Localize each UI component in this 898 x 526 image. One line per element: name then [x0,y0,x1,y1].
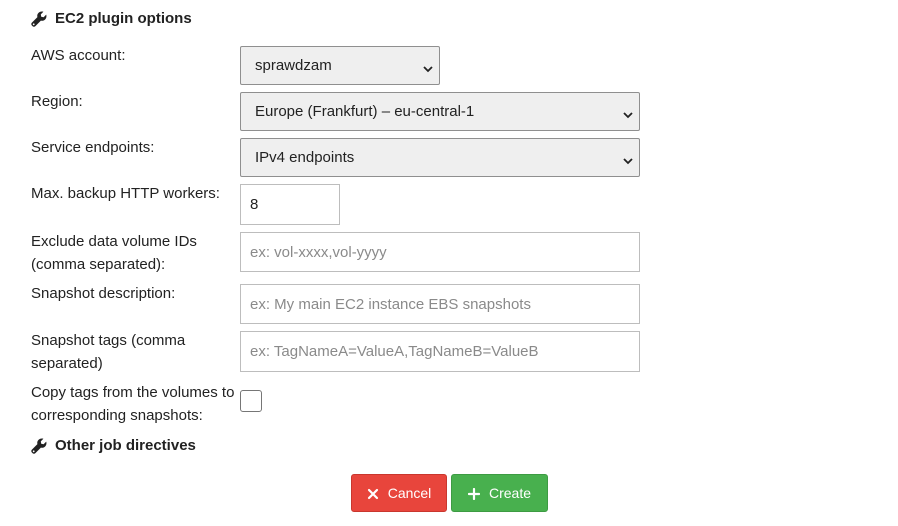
section-title: Other job directives [55,437,196,454]
exclude-volumes-placeholder: ex: vol-xxxx,vol-yyyy [250,243,387,261]
create-button[interactable]: Create [451,474,548,512]
chevron-down-icon [623,107,633,118]
snapshot-description-label: Snapshot description: [31,285,176,302]
copy-tags-checkbox[interactable] [240,390,262,412]
copy-tags-label: Copy tags from the volumes to correspond… [31,384,235,424]
max-workers-label: Max. backup HTTP workers: [31,185,220,202]
snapshot-description-input[interactable]: ex: My main EC2 instance EBS snapshots [240,284,640,324]
snapshot-tags-placeholder: ex: TagNameA=ValueA,TagNameB=ValueB [250,343,539,360]
max-workers-value: 8 [250,196,259,213]
exclude-volumes-label: Exclude data volume IDs (comma separated… [31,233,197,273]
section-heading-ec2-plugin-options: EC2 plugin options [31,10,192,27]
aws-account-label: AWS account: [31,47,126,64]
snapshot-description-placeholder: ex: My main EC2 instance EBS snapshots [250,295,531,313]
service-endpoints-selected-value: IPv4 endpoints [255,149,355,166]
chevron-down-icon [423,61,433,72]
snapshot-tags-input[interactable]: ex: TagNameA=ValueA,TagNameB=ValueB [240,331,640,372]
snapshot-tags-label: Snapshot tags (comma separated) [31,332,186,372]
section-heading-other-job-directives[interactable]: Other job directives [31,437,196,454]
wrench-icon [31,11,47,27]
plus-icon [467,487,481,501]
service-endpoints-select[interactable]: IPv4 endpoints [240,138,640,177]
service-endpoints-label: Service endpoints: [31,139,155,156]
chevron-down-icon [623,153,633,164]
wrench-icon [31,438,47,454]
cancel-button[interactable]: Cancel [351,474,447,512]
cancel-button-label: Cancel [387,485,432,501]
region-label: Region: [31,93,83,110]
aws-account-select[interactable]: sprawdzam [240,46,440,85]
section-title: EC2 plugin options [55,10,192,27]
exclude-volumes-input[interactable]: ex: vol-xxxx,vol-yyyy [240,232,640,272]
max-workers-input[interactable]: 8 [240,184,340,225]
close-icon [367,487,379,500]
create-button-label: Create [488,485,532,501]
aws-account-selected-value: sprawdzam [255,57,332,74]
region-select[interactable]: Europe (Frankfurt) – eu-central-1 [240,92,640,131]
region-selected-value: Europe (Frankfurt) – eu-central-1 [255,103,475,120]
